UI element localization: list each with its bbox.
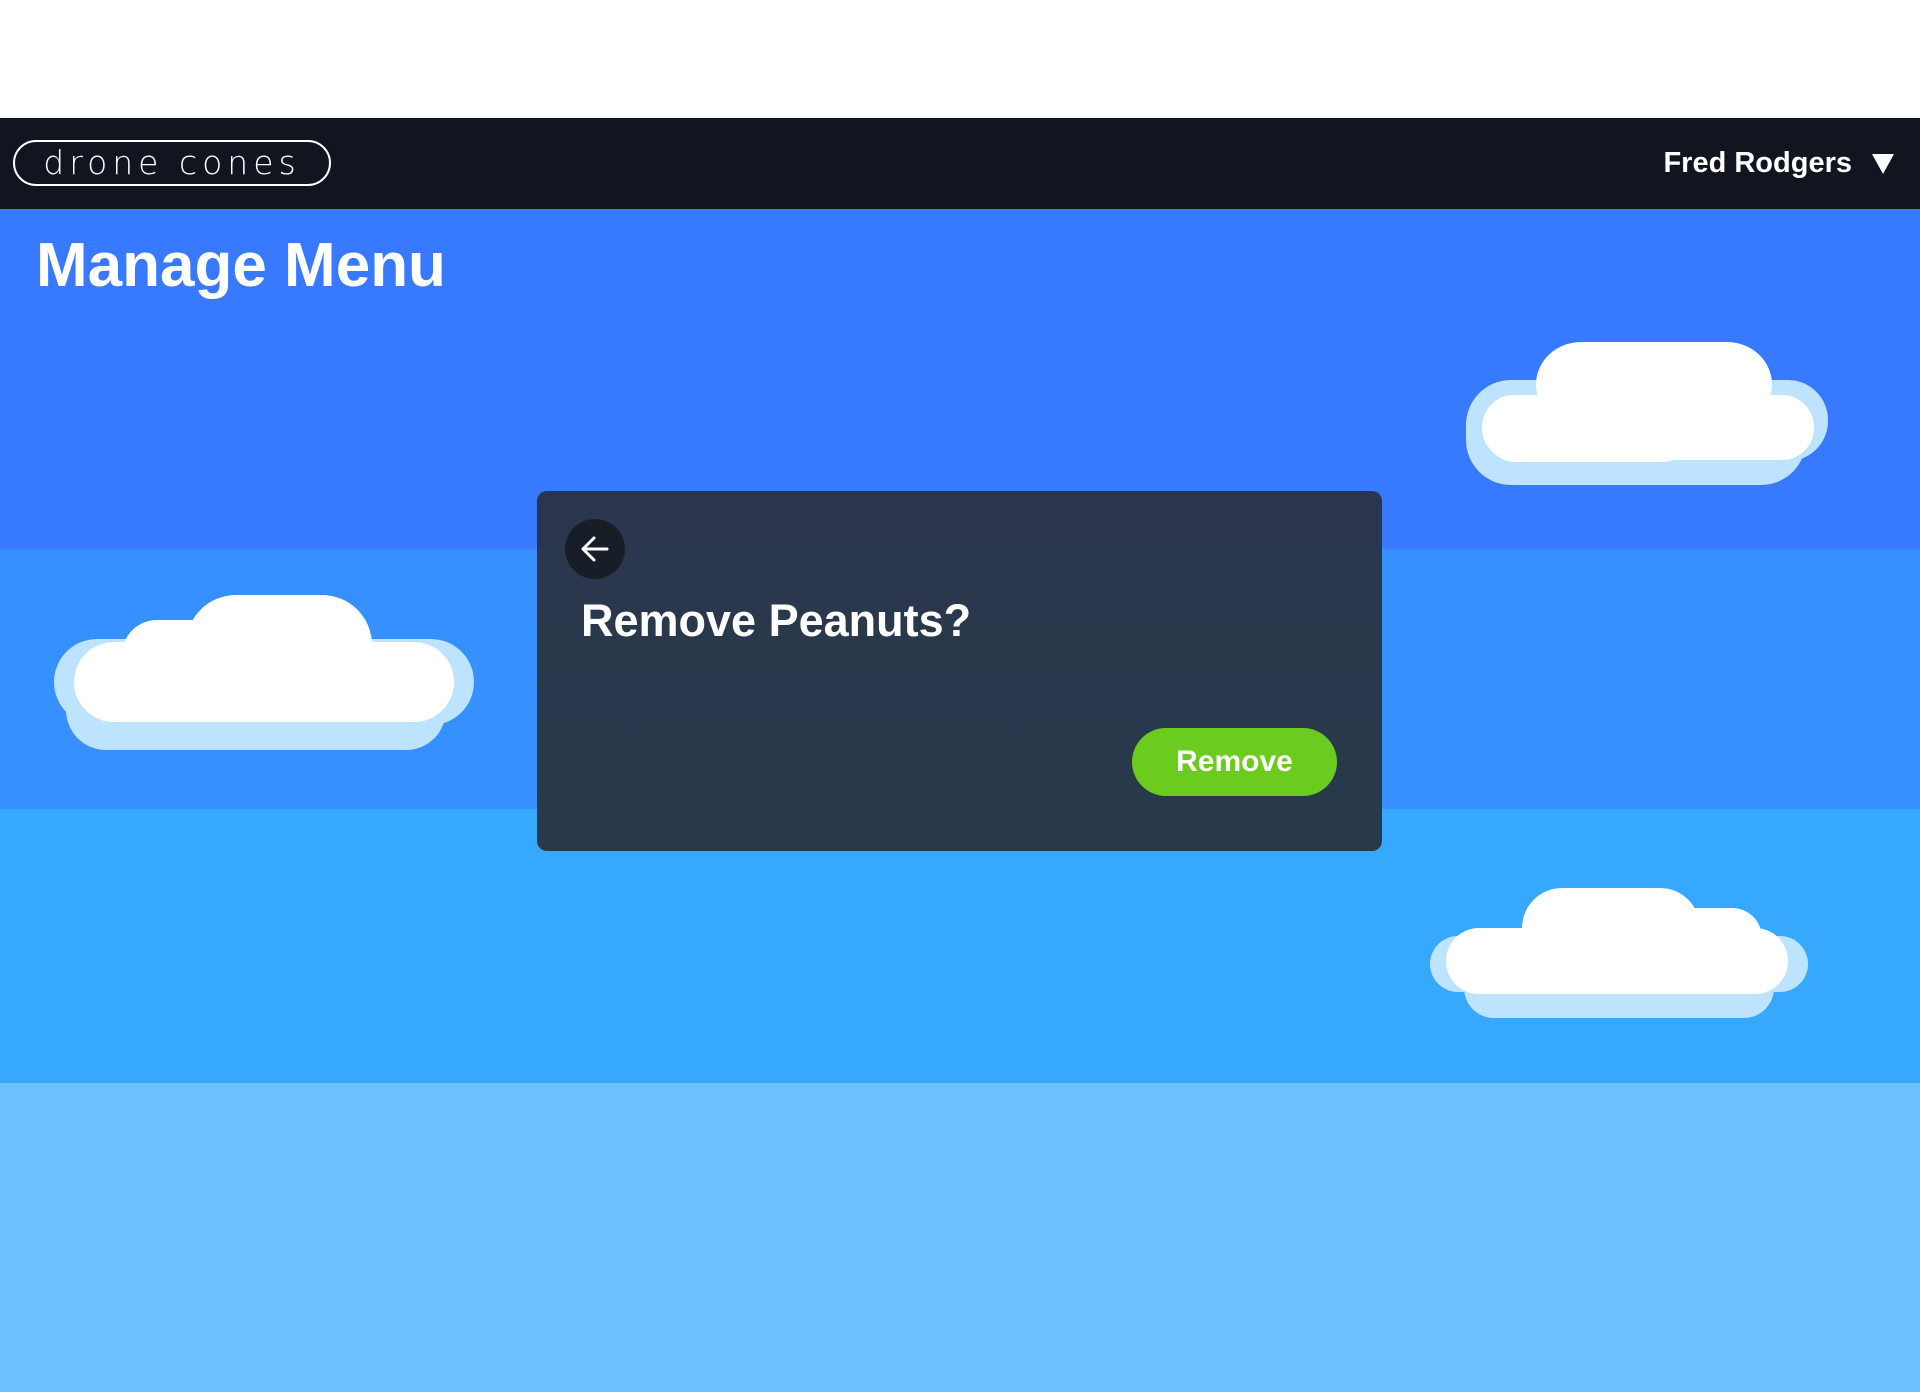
cloud-illustration xyxy=(54,595,474,750)
top-whitespace xyxy=(0,0,1920,118)
user-name[interactable]: Fred Rodgers xyxy=(1663,147,1852,180)
sky-band-4 xyxy=(0,1083,1920,1392)
page: drone cones Fred Rodgers Manage Menu Rem… xyxy=(0,0,1920,1392)
back-button[interactable] xyxy=(565,519,625,579)
navbar: drone cones Fred Rodgers xyxy=(0,118,1920,209)
caret-down-icon[interactable] xyxy=(1872,153,1894,174)
page-title: Manage Menu xyxy=(36,231,446,300)
arrow-left-icon[interactable] xyxy=(578,532,612,566)
cloud-illustration xyxy=(1466,342,1828,485)
user-menu[interactable]: Fred Rodgers xyxy=(1663,118,1894,209)
cloud-illustration xyxy=(1430,888,1808,1018)
dialog-title: Remove Peanuts? xyxy=(581,595,972,646)
remove-item-dialog: Remove Peanuts? Remove xyxy=(537,491,1382,851)
remove-button[interactable]: Remove xyxy=(1132,728,1337,796)
drone-cones-logo[interactable]: drone cones xyxy=(13,140,331,186)
